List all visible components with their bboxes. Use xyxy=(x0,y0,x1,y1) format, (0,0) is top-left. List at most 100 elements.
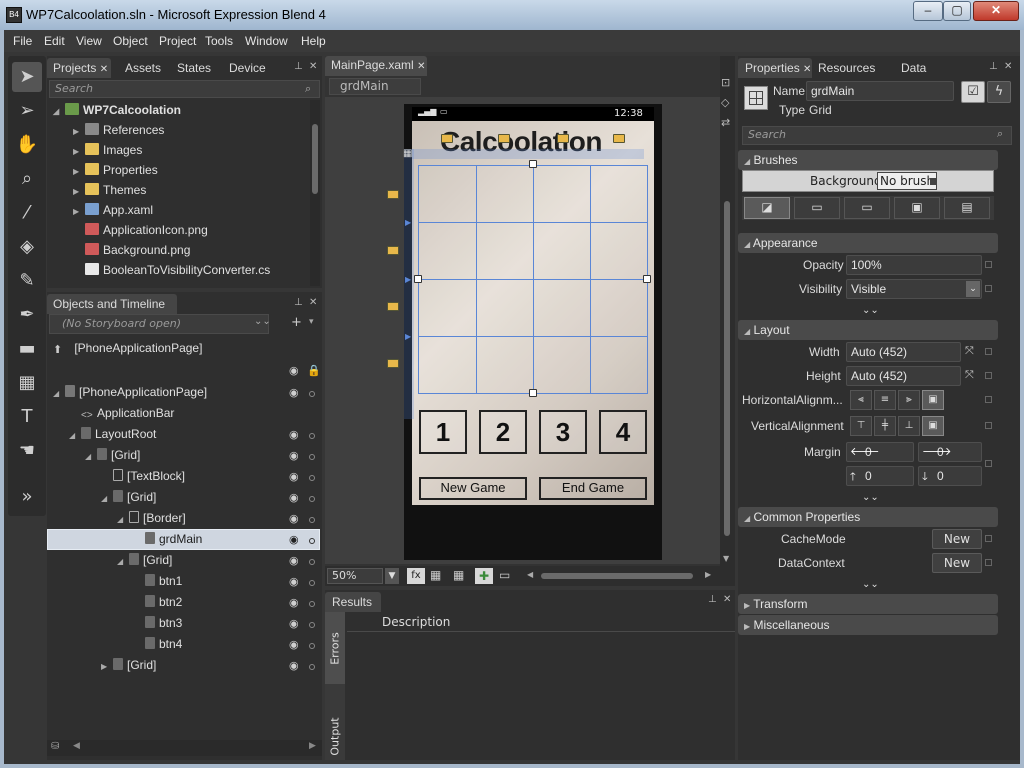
tree-object-btn1[interactable]: btn1 xyxy=(145,571,182,591)
appearance-section-header[interactable]: ◢ Appearance xyxy=(738,233,998,253)
valign-stretch-button[interactable]: ▣ xyxy=(922,416,944,436)
lock-toggle[interactable] xyxy=(309,454,315,460)
advanced-options-icon[interactable] xyxy=(985,422,992,429)
lock-toggle[interactable] xyxy=(309,391,315,397)
eye-icon[interactable]: ◉ xyxy=(289,533,299,546)
tree-object-grdmain[interactable]: grdMain xyxy=(145,529,202,549)
pin-icon[interactable]: ⊥ xyxy=(708,594,717,605)
eye-icon[interactable]: ◉ xyxy=(289,617,299,630)
eye-icon[interactable]: ◉ xyxy=(289,554,299,567)
advanced-options-icon[interactable] xyxy=(985,348,992,355)
row-marker-icon[interactable]: ▶ xyxy=(405,218,411,227)
description-column-header[interactable]: Description xyxy=(382,615,450,629)
lock-icon[interactable] xyxy=(387,190,399,199)
expand-icon[interactable]: ◢ xyxy=(117,552,129,572)
lock-toggle[interactable] xyxy=(309,559,315,565)
new-game-button[interactable]: New Game xyxy=(419,477,527,500)
storyboard-picker[interactable]: (No Storyboard open) xyxy=(49,314,269,334)
advanced-options-icon[interactable] xyxy=(985,535,992,542)
pin-icon[interactable]: ⊥ xyxy=(989,61,998,72)
grid-tool-button[interactable]: ▦ xyxy=(12,368,42,398)
expand-more-icon[interactable]: ⌄⌄ xyxy=(862,579,879,590)
opacity-input[interactable]: 100% xyxy=(846,255,982,275)
lock-toggle[interactable] xyxy=(309,580,315,586)
close-button[interactable]: ✕ xyxy=(973,1,1019,21)
lock-icon[interactable] xyxy=(498,134,510,143)
miscellaneous-section-header[interactable]: ▶ Miscellaneous xyxy=(738,615,998,635)
tree-object-btn3[interactable]: btn3 xyxy=(145,613,182,633)
eye-icon[interactable]: ◉ xyxy=(289,575,299,588)
expand-icon[interactable]: ▶ xyxy=(73,142,85,162)
pin-icon[interactable]: ⊥ xyxy=(294,61,303,72)
scroll-right-icon[interactable]: ▶ xyxy=(309,741,316,751)
pan-tool-button[interactable]: ✋ xyxy=(12,130,42,160)
grid-layout-icon[interactable]: ▦ xyxy=(403,148,412,159)
add-storyboard-icon[interactable]: + xyxy=(291,315,302,330)
zoom-tool-button[interactable]: ⌕ xyxy=(12,164,42,194)
expand-icon[interactable]: ▶ xyxy=(73,202,85,222)
datacontext-new-button[interactable]: New xyxy=(932,553,982,573)
visibility-select[interactable]: Visible xyxy=(846,279,982,299)
row-marker-icon[interactable]: ▶ xyxy=(405,275,411,284)
tree-item-properties[interactable]: ▶ Properties xyxy=(73,160,158,180)
tree-object-grid[interactable]: ◢ [Grid] xyxy=(101,487,156,507)
halign-center-button[interactable]: ≡ xyxy=(874,390,896,410)
tree-object-grid[interactable]: ◢ [Grid] xyxy=(117,550,172,570)
split-view-icon[interactable]: ◇ xyxy=(721,96,729,109)
lock-icon[interactable] xyxy=(557,134,569,143)
lock-toggle[interactable] xyxy=(309,664,315,670)
resize-handle-right[interactable] xyxy=(643,275,651,283)
tree-item-background[interactable]: Background.png xyxy=(85,240,190,260)
lock-toggle[interactable] xyxy=(309,538,315,544)
timeline-hscrollbar[interactable]: ⛁ ◀ ▶ xyxy=(47,740,322,756)
selection-tool-button[interactable]: ➤ xyxy=(12,62,42,92)
effects-toggle-icon[interactable]: fx xyxy=(407,568,425,584)
blend-app-icon[interactable]: B4 xyxy=(6,7,22,23)
transform-section-header[interactable]: ▶ Transform xyxy=(738,594,998,614)
advanced-options-icon[interactable] xyxy=(985,261,992,268)
expand-icon[interactable]: ◢ xyxy=(117,510,129,530)
tree-item-solution[interactable]: ◢ WP7Calcoolation xyxy=(53,100,181,120)
halign-stretch-button[interactable]: ▣ xyxy=(922,390,944,410)
canvas-hscrollbar-thumb[interactable] xyxy=(541,573,693,579)
minimize-button[interactable]: – xyxy=(913,1,943,21)
expand-icon[interactable]: ◢ xyxy=(69,426,81,446)
cachemode-new-button[interactable]: New xyxy=(932,529,982,549)
scrollbar-thumb[interactable] xyxy=(312,124,318,194)
tree-item-applicationicon[interactable]: ApplicationIcon.png xyxy=(85,220,208,240)
solid-brush-button[interactable]: ▭ xyxy=(794,197,840,219)
asset-library-button[interactable]: » xyxy=(12,482,42,512)
expand-more-icon[interactable]: ⌄⌄ xyxy=(862,305,879,316)
tree-item-app-xaml[interactable]: ▶ App.xaml xyxy=(73,200,153,220)
close-icon[interactable]: ✕ xyxy=(723,594,731,605)
lock-toggle[interactable] xyxy=(309,622,315,628)
close-icon[interactable]: ✕ xyxy=(309,61,317,72)
scroll-left-icon[interactable]: ◀ xyxy=(73,741,80,751)
lock-icon[interactable]: 🔒 xyxy=(307,364,321,377)
close-icon[interactable]: ✕ xyxy=(100,64,108,75)
advanced-options-icon[interactable] xyxy=(985,460,992,467)
snap-icon[interactable]: ⊡ xyxy=(721,76,730,89)
valign-top-button[interactable]: ⊤ xyxy=(850,416,872,436)
lock-icon[interactable] xyxy=(387,246,399,255)
menu-tools[interactable]: Tools xyxy=(205,34,233,48)
lock-icon[interactable] xyxy=(613,134,625,143)
brushes-section-header[interactable]: ◢ Brushes xyxy=(738,150,998,170)
expand-icon[interactable]: ▶ xyxy=(73,122,85,142)
tab-properties[interactable]: Properties ✕ xyxy=(738,58,812,78)
lock-toggle[interactable] xyxy=(309,601,315,607)
projects-scrollbar[interactable] xyxy=(310,100,320,286)
eyedropper-tool-button[interactable]: ⁄ xyxy=(12,198,42,228)
expand-icon[interactable]: ▶ xyxy=(101,657,113,677)
tree-object-grid[interactable]: ◢ [Grid] xyxy=(85,445,140,465)
lock-icon[interactable] xyxy=(387,302,399,311)
margin-top-input[interactable]: 0 xyxy=(846,466,914,486)
text-tool-button[interactable]: T xyxy=(12,402,42,432)
tree-item-themes[interactable]: ▶ Themes xyxy=(73,180,146,200)
menu-file[interactable]: File xyxy=(13,34,32,48)
tree-object-border[interactable]: ◢ [Border] xyxy=(117,508,186,528)
lock-toggle[interactable] xyxy=(309,517,315,523)
tree-object-layoutroot[interactable]: ◢ LayoutRoot xyxy=(69,424,156,444)
lock-toggle[interactable] xyxy=(309,643,315,649)
tab-device[interactable]: Device xyxy=(229,61,266,75)
